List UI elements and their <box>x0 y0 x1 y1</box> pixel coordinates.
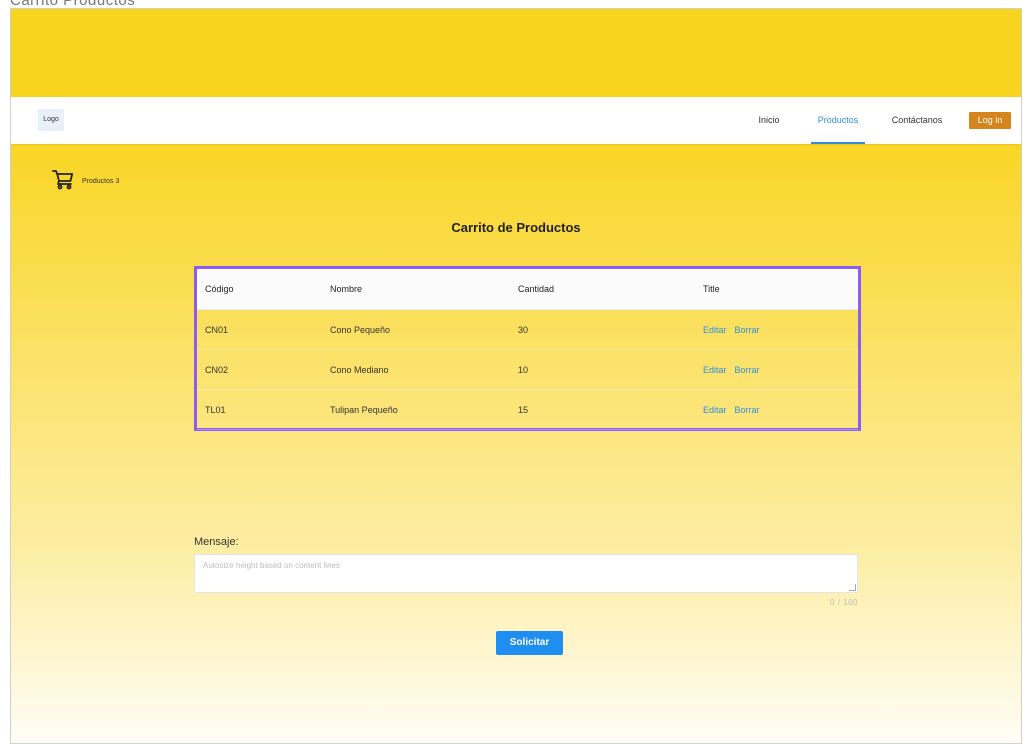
table-row: CN02 Cono Mediano 10 Editar Borrar <box>197 350 858 390</box>
delete-link[interactable]: Borrar <box>735 365 760 375</box>
cart-icon <box>51 167 75 196</box>
nav-item-productos[interactable]: Productos <box>811 97 865 144</box>
delete-link[interactable]: Borrar <box>735 405 760 415</box>
cell-codigo: CN02 <box>205 364 229 375</box>
cell-actions: Editar Borrar <box>703 390 768 429</box>
cell-nombre: Cono Pequeño <box>330 324 391 335</box>
cell-nombre: Cono Mediano <box>330 364 389 375</box>
character-counter: 0 / 100 <box>830 598 858 607</box>
table-row: TL01 Tulipan Pequeño 15 Editar Borrar <box>197 390 858 430</box>
cell-cantidad: 30 <box>518 324 529 335</box>
delete-link[interactable]: Borrar <box>735 325 760 335</box>
products-table: Código Nombre Cantidad Title CN01 Cono P… <box>194 266 861 431</box>
cell-codigo: TL01 <box>205 404 226 415</box>
column-header-title: Title <box>703 284 720 294</box>
column-header-codigo: Código <box>205 284 234 294</box>
table-header-row: Código Nombre Cantidad Title <box>197 269 858 310</box>
resize-handle-icon[interactable] <box>849 584 856 591</box>
column-header-nombre: Nombre <box>330 284 363 294</box>
navbar: Logo Inicio Productos Contáctanos Log in <box>11 97 1021 144</box>
nav-item-inicio[interactable]: Inicio <box>754 97 784 144</box>
cart-count-label: Productos 3 <box>82 178 120 185</box>
cart-summary[interactable]: Productos 3 <box>51 167 119 196</box>
cell-codigo: CN01 <box>205 324 229 335</box>
cell-nombre: Tulipan Pequeño <box>330 404 398 415</box>
login-button[interactable]: Log in <box>969 112 1011 129</box>
cell-cantidad: 15 <box>518 404 529 415</box>
cell-actions: Editar Borrar <box>703 310 768 349</box>
cell-actions: Editar Borrar <box>703 350 768 389</box>
app-frame: Logo Inicio Productos Contáctanos Log in… <box>10 8 1022 744</box>
page-title: Carrito de Productos <box>451 220 581 235</box>
edit-link[interactable]: Editar <box>703 325 727 335</box>
nav-item-contactanos[interactable]: Contáctanos <box>887 97 947 144</box>
submit-button[interactable]: Solicitar <box>496 631 563 655</box>
message-textarea[interactable] <box>194 554 858 593</box>
table-row: CN01 Cono Pequeño 30 Editar Borrar <box>197 310 858 350</box>
edit-link[interactable]: Editar <box>703 365 727 375</box>
column-header-cantidad: Cantidad <box>518 284 555 294</box>
header-banner <box>11 9 1021 97</box>
cell-cantidad: 10 <box>518 364 529 375</box>
logo[interactable]: Logo <box>38 109 64 131</box>
message-label: Mensaje: <box>194 536 239 548</box>
edit-link[interactable]: Editar <box>703 405 727 415</box>
